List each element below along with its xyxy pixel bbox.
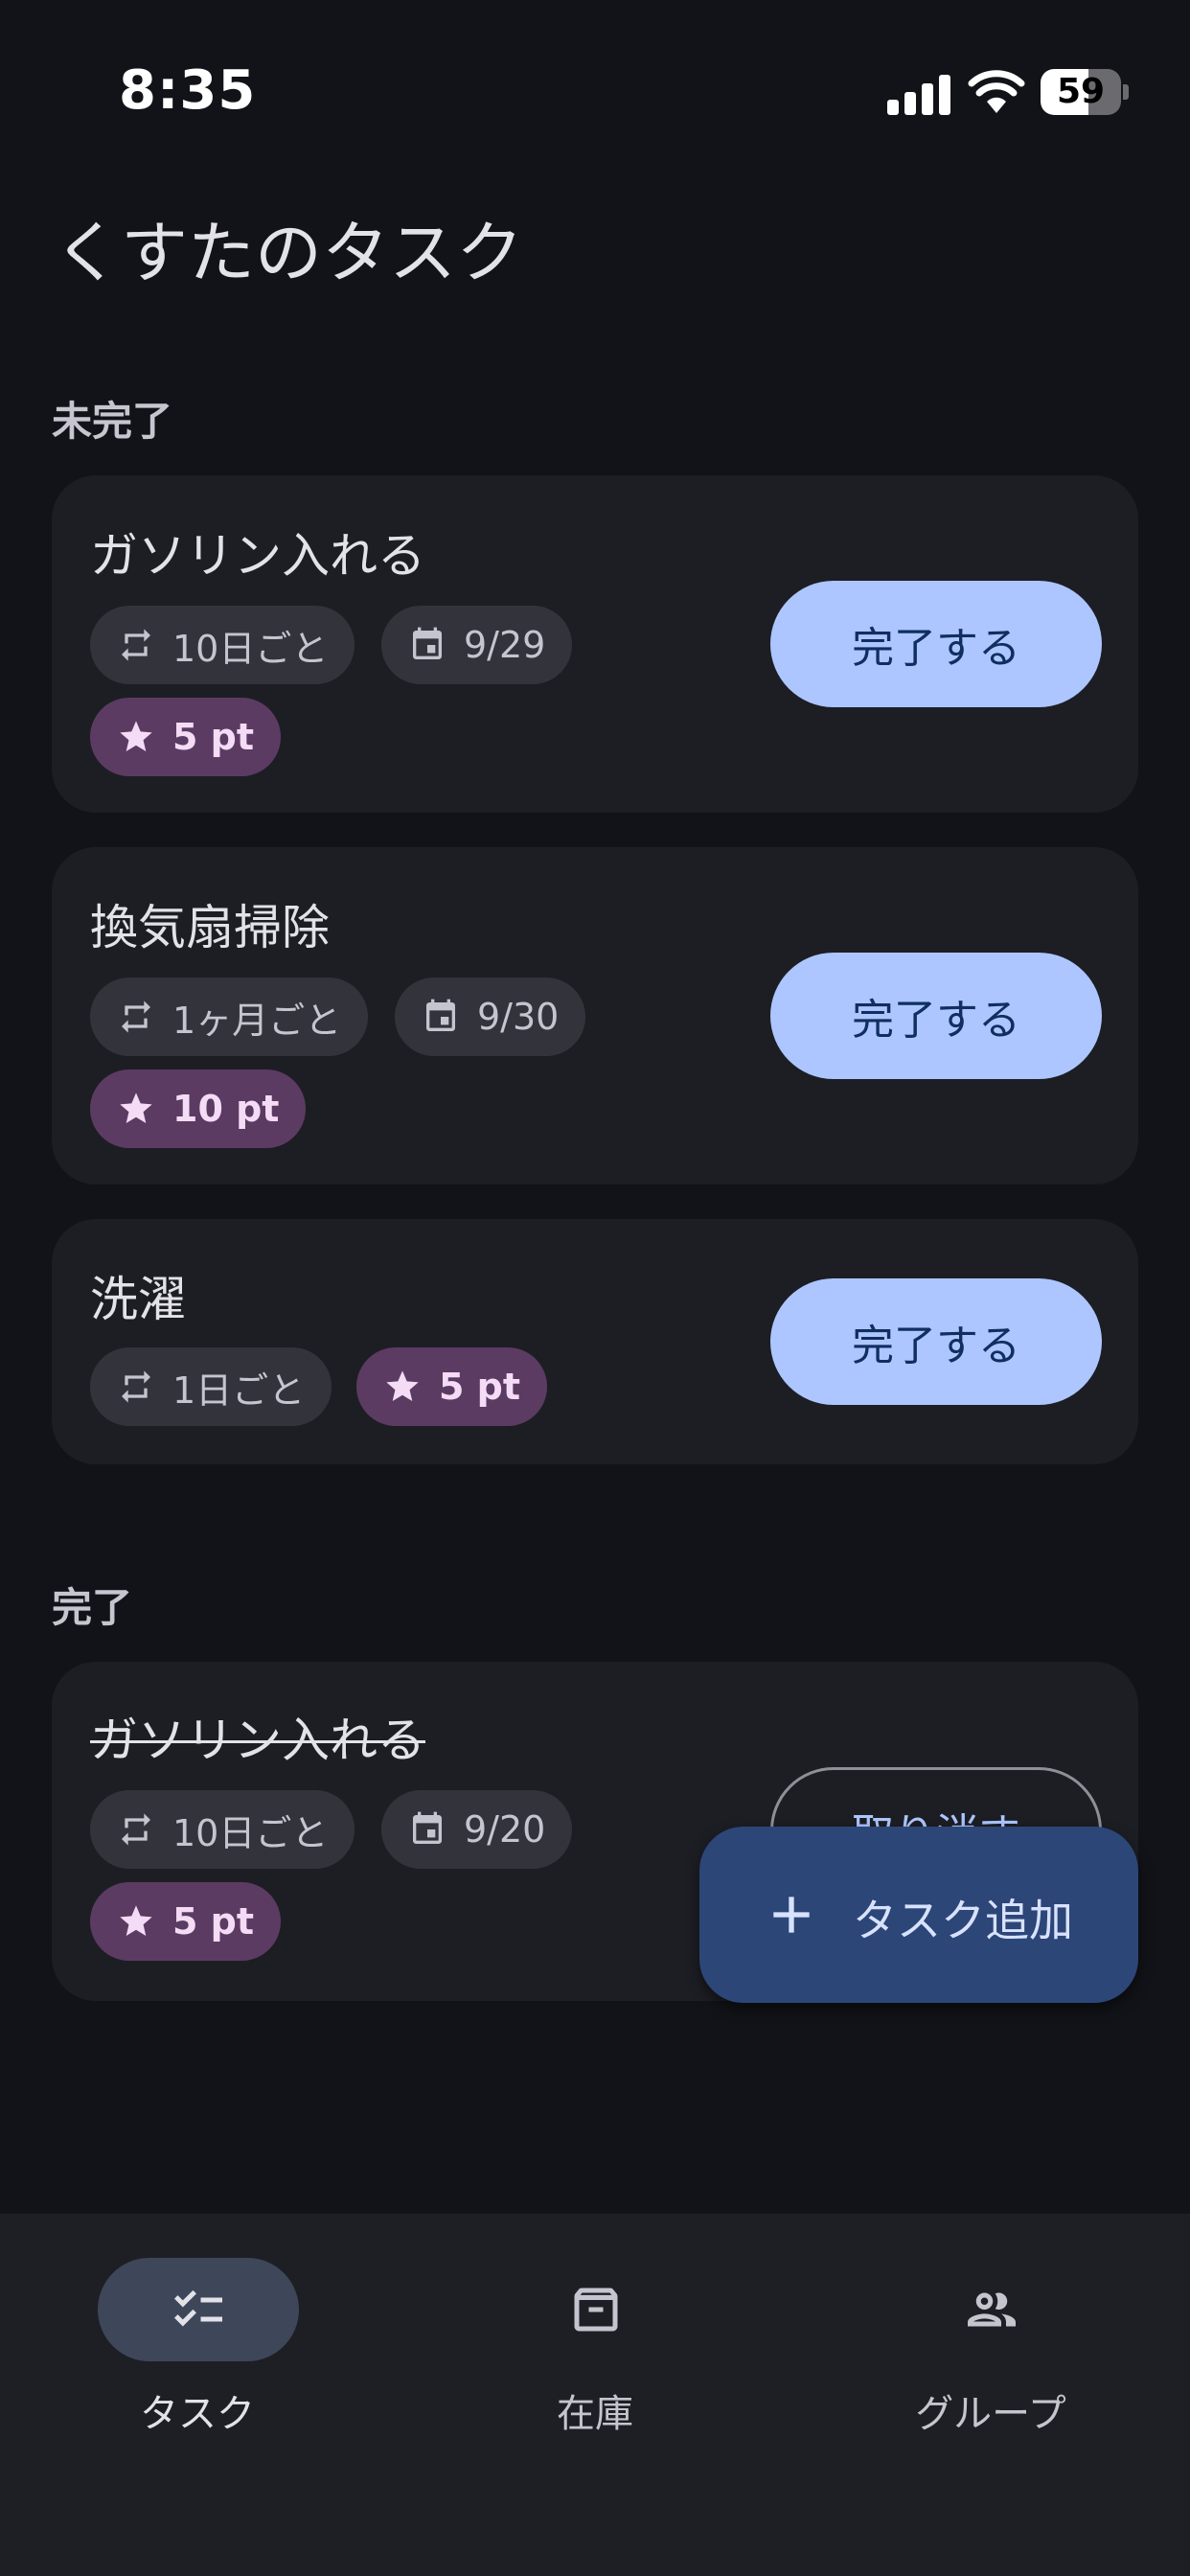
due-date-label: 9/20 (464, 1808, 546, 1851)
repeat-label: 10日ごと (172, 627, 329, 670)
repeat-chip: 1日ごと (90, 1347, 332, 1426)
complete-button[interactable]: 完了する (770, 953, 1102, 1079)
task-card[interactable]: ガソリン入れる 10日ごと 9/29 5 pt 完了する (52, 475, 1138, 813)
repeat-chip: 1ヶ月ごと (90, 978, 369, 1056)
cellular-signal-icon (887, 73, 952, 115)
wifi-icon (968, 70, 1025, 113)
star-icon (120, 1092, 152, 1123)
due-date-label: 9/29 (464, 624, 546, 666)
page-title: くすたのタスク (54, 214, 523, 292)
task-name: 洗濯 (90, 1272, 186, 1327)
plus-icon (773, 1897, 810, 1933)
bottom-navigation: タスク 在庫 グループ (0, 2214, 1190, 2576)
checklist-icon (174, 2289, 222, 2327)
repeat-label: 10日ごと (172, 1811, 329, 1854)
points-chip: 5 pt (356, 1347, 548, 1426)
points-label: 5 pt (172, 1900, 255, 1943)
complete-button[interactable]: 完了する (770, 581, 1102, 707)
repeat-icon (122, 1370, 150, 1403)
calendar-icon (413, 1811, 442, 1844)
points-label: 10 pt (172, 1088, 280, 1130)
status-bar: 8:35 59 (0, 0, 1190, 182)
nav-item-groups[interactable]: グループ (847, 2258, 1134, 2450)
points-chip: 10 pt (90, 1070, 307, 1148)
add-task-label: タスク追加 (853, 1895, 1073, 1946)
nav-label-tasks: タスク (140, 2392, 255, 2436)
battery-level: 59 (1056, 72, 1106, 111)
nav-item-inventory[interactable]: 在庫 (451, 2258, 739, 2450)
add-task-button[interactable]: タスク追加 (699, 1827, 1138, 2003)
due-date-chip: 9/20 (381, 1790, 573, 1869)
task-name: 換気扇掃除 (90, 900, 330, 955)
points-chip: 5 pt (90, 1882, 282, 1961)
task-card[interactable]: 換気扇掃除 1ヶ月ごと 9/30 10 pt 完了する (52, 847, 1138, 1184)
people-icon (968, 2292, 1016, 2327)
nav-icon-container (495, 2258, 697, 2361)
repeat-chip: 10日ごと (90, 1790, 355, 1869)
task-name: ガソリン入れる (90, 528, 425, 584)
nav-item-tasks[interactable]: タスク (54, 2258, 341, 2450)
star-icon (386, 1370, 419, 1401)
repeat-icon (122, 1813, 150, 1846)
points-chip: 5 pt (90, 698, 282, 776)
section-title-incomplete: 未完了 (52, 398, 173, 445)
repeat-icon (122, 629, 150, 661)
star-icon (120, 1905, 152, 1936)
star-icon (120, 721, 152, 751)
nav-icon-container (891, 2258, 1092, 2361)
status-time: 8:35 (119, 59, 257, 122)
repeat-icon (122, 1000, 150, 1033)
repeat-chip: 10日ごと (90, 606, 355, 684)
nav-label-inventory: 在庫 (557, 2392, 633, 2436)
nav-active-indicator (98, 2258, 299, 2361)
points-label: 5 pt (172, 716, 255, 758)
complete-button[interactable]: 完了する (770, 1278, 1102, 1405)
calendar-icon (426, 999, 455, 1031)
task-name: ガソリン入れる (90, 1713, 425, 1768)
archive-icon (574, 2288, 618, 2332)
battery-icon: 59 (1041, 69, 1129, 115)
points-label: 5 pt (439, 1366, 521, 1408)
due-date-label: 9/30 (477, 996, 560, 1038)
task-card[interactable]: 洗濯 1日ごと 5 pt 完了する (52, 1219, 1138, 1464)
due-date-chip: 9/29 (381, 606, 573, 684)
repeat-label: 1ヶ月ごと (172, 999, 342, 1042)
section-title-complete: 完了 (52, 1584, 133, 1631)
repeat-label: 1日ごと (172, 1368, 306, 1412)
calendar-icon (413, 627, 442, 659)
nav-label-groups: グループ (915, 2392, 1066, 2436)
due-date-chip: 9/30 (395, 978, 586, 1056)
